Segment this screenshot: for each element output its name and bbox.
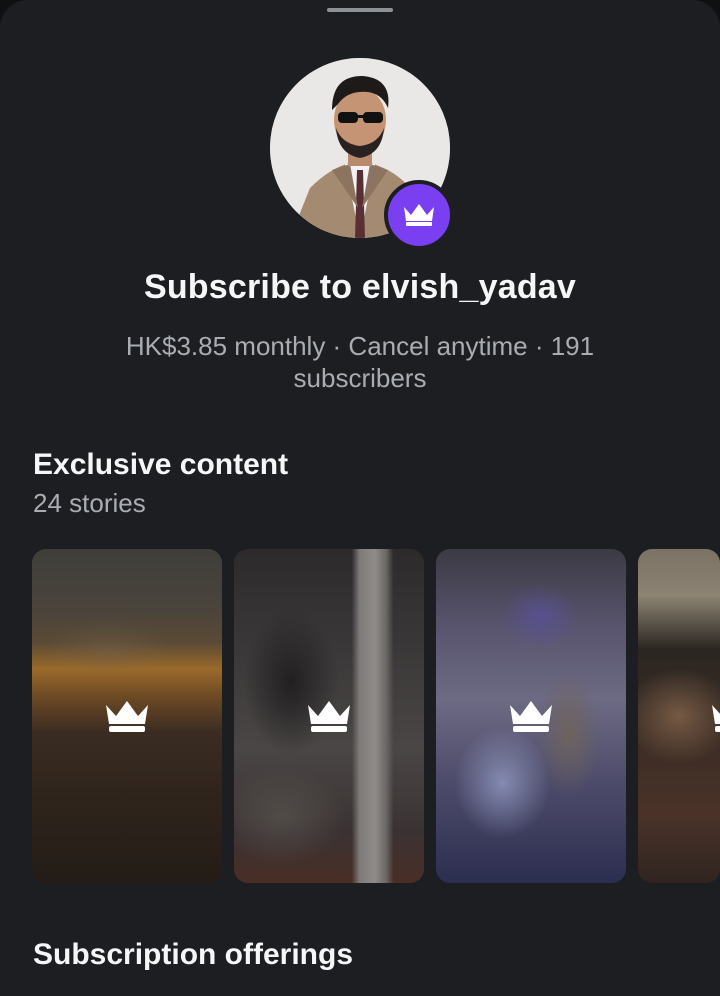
story-card[interactable]	[436, 549, 626, 883]
exclusive-content-heading: Exclusive content	[33, 448, 289, 481]
blurred-story-thumbnail	[638, 549, 720, 883]
exclusive-stories-carousel[interactable]	[32, 549, 720, 883]
crown-icon	[404, 204, 434, 226]
crown-icon	[510, 701, 552, 732]
story-card[interactable]	[638, 549, 720, 883]
story-card[interactable]	[234, 549, 424, 883]
profile-avatar-container	[270, 58, 454, 250]
crown-icon	[712, 705, 720, 732]
page-title: Subscribe to elvish_yadav	[143, 268, 577, 306]
subscriber-badge	[384, 180, 454, 250]
subscribe-sheet: Subscribe to elvish_yadav HK$3.85 monthl…	[0, 0, 720, 996]
subscription-details: HK$3.85 monthly · Cancel anytime · 191 s…	[125, 331, 595, 393]
crown-icon	[308, 701, 350, 732]
story-card[interactable]	[32, 549, 222, 883]
exclusive-content-count: 24 stories	[33, 488, 146, 518]
subscription-offerings-heading: Subscription offerings	[33, 938, 354, 971]
drag-handle[interactable]	[327, 8, 393, 12]
crown-icon	[106, 701, 148, 732]
